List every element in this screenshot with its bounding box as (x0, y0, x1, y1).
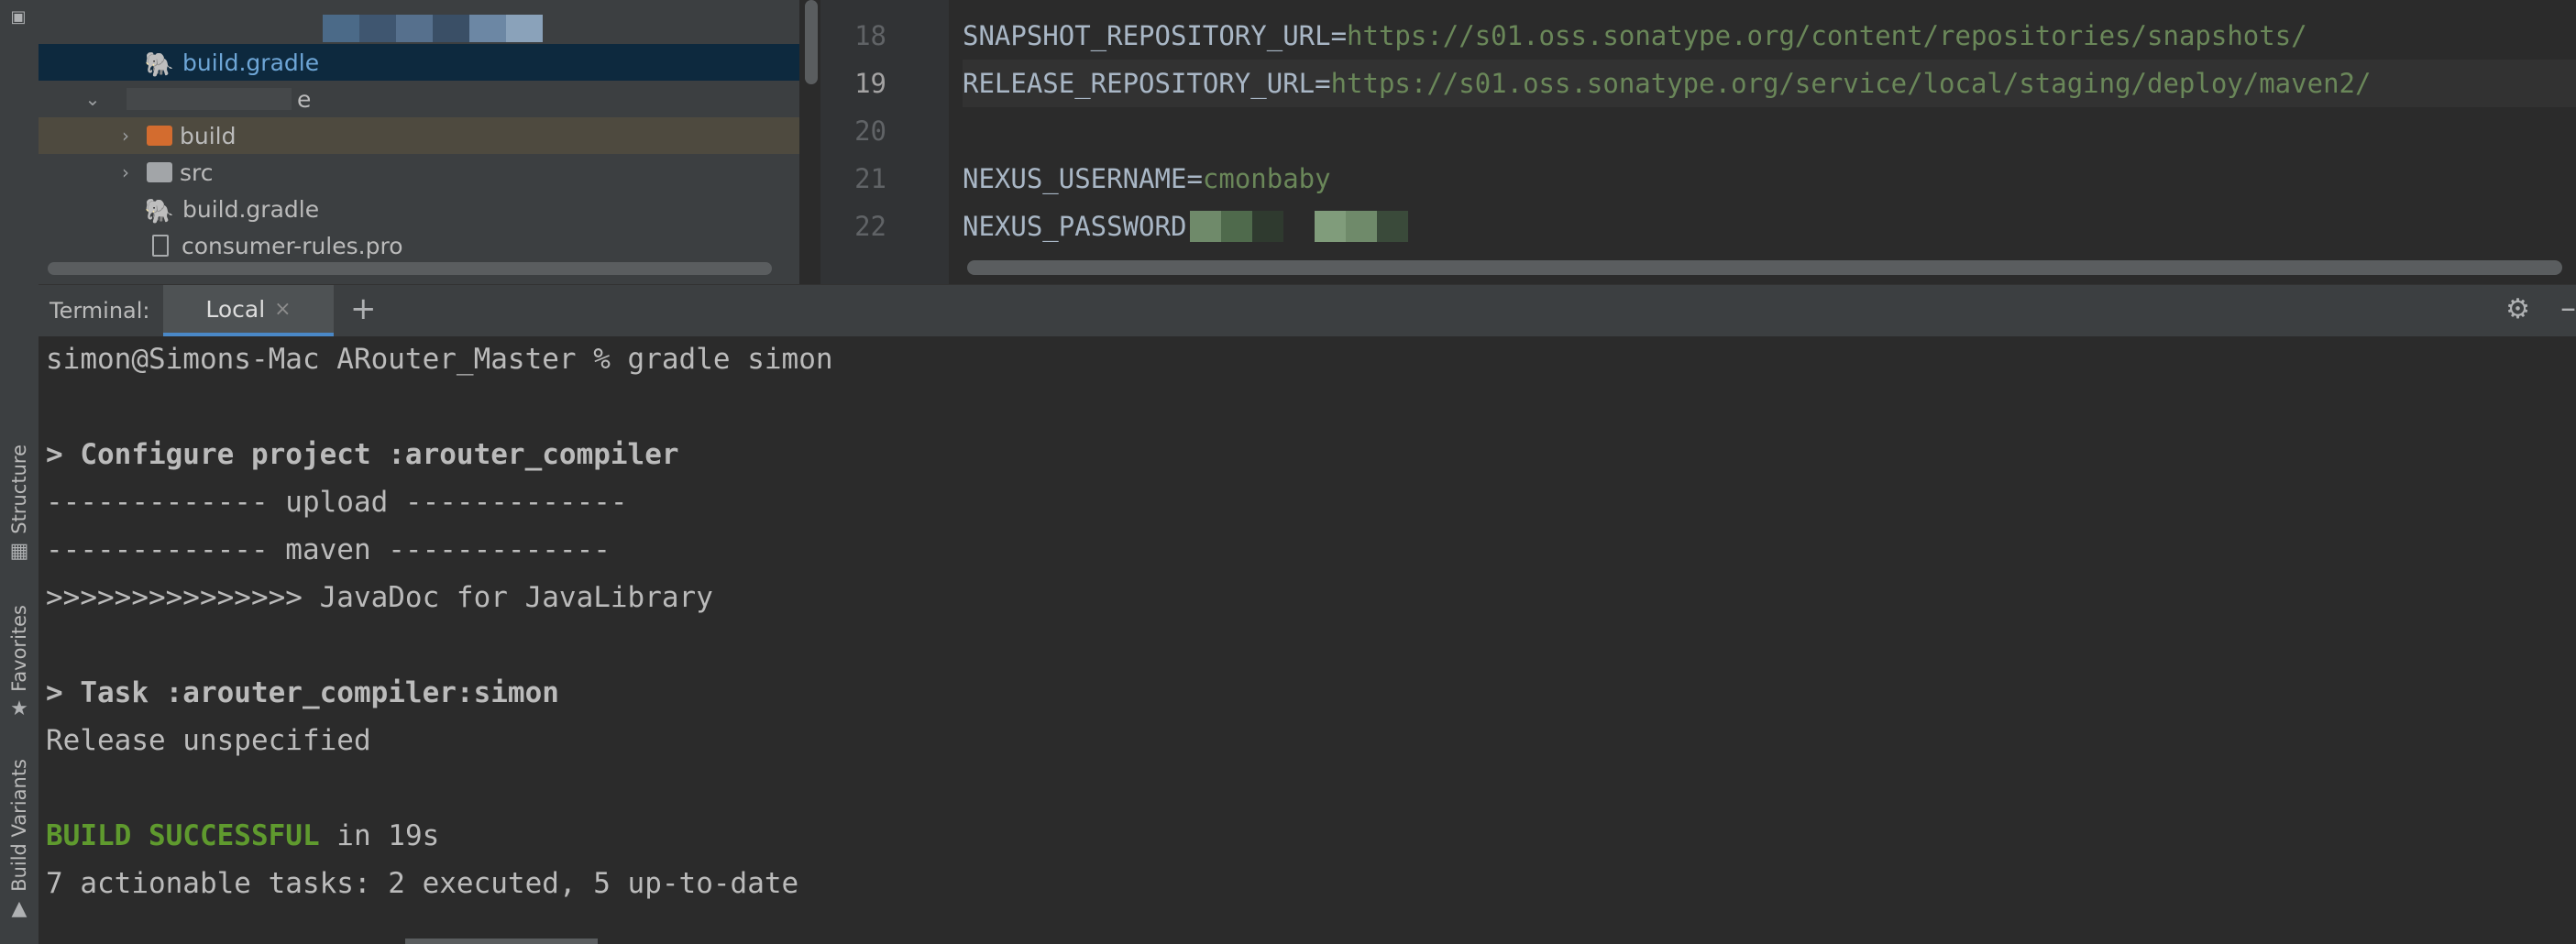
folder-icon (147, 162, 172, 182)
terminal-line: Release unspecified (46, 724, 371, 757)
chevron-down-icon[interactable]: ⌄ (81, 88, 105, 110)
tree-item-label: build.gradle (182, 195, 320, 223)
tree-item-src-folder[interactable]: › src (39, 154, 799, 191)
tab-local[interactable]: Local × (163, 285, 334, 336)
star-icon: ★ (10, 697, 28, 720)
tree-item-module[interactable]: ⌄ e (39, 81, 799, 117)
build-result-line: BUILD SUCCESSFUL in 19s (46, 818, 439, 854)
property-separator: = (1186, 163, 1203, 194)
project-structure-icon[interactable]: ▣ (8, 7, 28, 27)
chevron-right-icon[interactable]: › (114, 161, 138, 183)
tree-vertical-scrollbar[interactable] (805, 0, 818, 84)
redacted-region (323, 15, 598, 44)
code-line[interactable]: NEXUS_USERNAME = cmonbaby (963, 155, 2576, 203)
tree-item-label: build (180, 122, 237, 149)
code-line-current[interactable]: RELEASE_REPOSITORY_URL = https://s01.oss.s… (963, 60, 2576, 107)
terminal-header: Terminal: Local × + ⚙ – (39, 284, 2576, 337)
property-key: NEXUS_PASSWORD (963, 211, 1187, 242)
tree-item-label: e (297, 85, 312, 113)
gear-icon[interactable]: ⚙ (2505, 293, 2530, 325)
terminal-line: > Task :arouter_compiler:simon (46, 676, 559, 709)
close-icon[interactable]: × (274, 298, 291, 321)
line-number: 18 (854, 20, 886, 51)
build-success-label: BUILD SUCCESSFUL (46, 819, 320, 852)
tree-item-build-folder[interactable]: › build (39, 117, 799, 154)
favorites-tab-label: Favorites (8, 605, 30, 692)
terminal-line: >>>>>>>>>>>>>>> JavaDoc for JavaLibrary (46, 581, 713, 614)
android-icon: ▲ (11, 896, 28, 920)
tree-item-label: build.gradle (182, 49, 320, 76)
tree-item-build-gradle-root[interactable]: 🐘 build.gradle (39, 44, 799, 81)
property-key: RELEASE_REPOSITORY_URL (963, 68, 1316, 99)
terminal-line: ------------- upload ------------- (46, 486, 628, 519)
build-duration: in 19s (319, 819, 440, 852)
property-value: https://s01.oss.sonatype.org/service/loc… (1330, 68, 2372, 99)
code-editor[interactable]: 18 19 20 21 22 SNAPSHOT_REPOSITORY_URL = h… (820, 0, 2576, 284)
tree-item-label: consumer-rules.pro (182, 232, 403, 259)
file-icon (152, 235, 169, 257)
project-tree: 🐘 build.gradle ⌄ e › build › src 🐘 build… (39, 0, 799, 284)
folder-icon (147, 126, 172, 146)
tree-horizontal-scrollbar[interactable] (48, 262, 772, 275)
tree-item-consumer-rules[interactable]: consumer-rules.pro (39, 227, 799, 264)
chevron-right-icon[interactable]: › (114, 125, 138, 147)
terminal-line: ------------- maven ------------- (46, 533, 611, 566)
gradle-icon: 🐘 (144, 198, 175, 225)
property-separator: = (1330, 20, 1348, 51)
left-tool-strip: ▣ Structure ▦ Favorites ★ Build Variants… (0, 0, 39, 944)
line-number: 22 (854, 211, 886, 242)
line-number: 19 (854, 68, 886, 99)
add-tab-icon[interactable]: + (350, 291, 377, 327)
terminal-title: Terminal: (50, 298, 150, 324)
property-key: SNAPSHOT_REPOSITORY_URL (963, 20, 1331, 51)
code-line[interactable]: NEXUS_PASSWORD (963, 203, 2576, 250)
line-number: 20 (854, 115, 886, 147)
redacted-module-name (127, 88, 292, 110)
structure-icon: ▦ (9, 539, 29, 563)
tree-item-build-gradle[interactable]: 🐘 build.gradle (39, 191, 799, 227)
favorites-tab[interactable]: Favorites ★ (0, 605, 39, 720)
structure-tab[interactable]: Structure ▦ (0, 445, 39, 563)
structure-tab-label: Structure (8, 445, 30, 534)
tree-item-label: src (180, 159, 214, 186)
code-line[interactable] (963, 107, 2576, 155)
property-value: https://s01.oss.sonatype.org/content/rep… (1347, 20, 2307, 51)
terminal-line: 7 actionable tasks: 2 executed, 5 up-to-… (46, 867, 799, 900)
terminal-line: > Configure project :arouter_compiler (46, 438, 679, 471)
terminal-scrollbar[interactable] (405, 939, 598, 944)
editor-horizontal-scrollbar[interactable] (967, 260, 2562, 275)
build-variants-tab-label: Build Variants (8, 759, 30, 892)
editor-gutter: 18 19 20 21 22 (820, 0, 949, 284)
property-key: NEXUS_USERNAME (963, 163, 1187, 194)
minimize-icon[interactable]: – (2560, 290, 2576, 326)
gradle-icon: 🐘 (144, 51, 175, 79)
tab-local-label: Local (205, 295, 266, 323)
terminal-output[interactable]: simon@Simons-Mac ARouter_Master % gradle… (39, 336, 2576, 944)
property-separator: = (1315, 68, 1331, 99)
build-variants-tab[interactable]: Build Variants ▲ (0, 759, 39, 920)
line-number: 21 (854, 163, 886, 194)
terminal-line: simon@Simons-Mac ARouter_Master % gradle… (46, 343, 833, 376)
property-value: cmonbaby (1202, 163, 1331, 194)
code-line[interactable]: SNAPSHOT_REPOSITORY_URL = https://s01.oss.… (963, 12, 2576, 60)
redacted-password (1190, 211, 1409, 242)
